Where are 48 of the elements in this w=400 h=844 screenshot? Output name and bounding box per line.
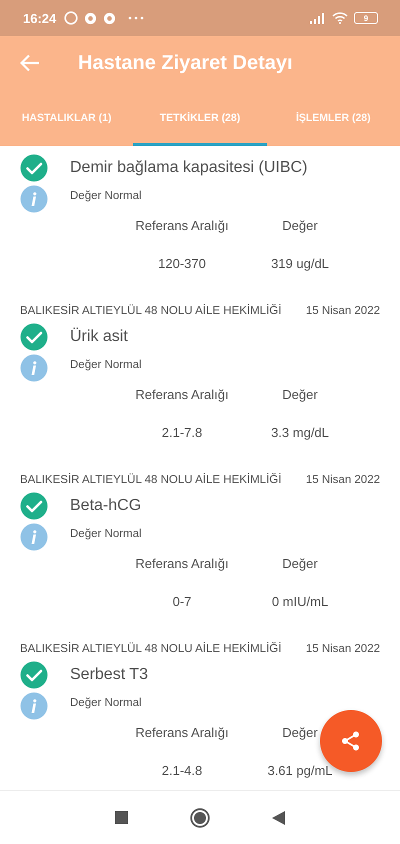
column-label: Referans Aralığı	[134, 218, 230, 232]
reference-range: 0-7	[172, 594, 192, 608]
test-date: 15 Nisan 2022	[306, 305, 380, 317]
result-value: 3.61 pg/mL	[266, 762, 334, 778]
column-label: Referans Aralığı	[134, 386, 230, 402]
result-status: Değer Normal	[70, 697, 142, 709]
result-value: 319 ug/dL	[270, 256, 330, 270]
info-icon[interactable]	[20, 692, 48, 720]
reference-range: 120-370	[157, 256, 207, 270]
facility-name: BALIKESİR ALTIEYLÜL 48 NOLU AİLE HEKİMLİĞİ	[20, 643, 282, 655]
tab[interactable]: TETKİKLER (28)	[133, 90, 267, 146]
column-label: Değer	[281, 386, 319, 402]
result-value: 3.3 mg/dL	[270, 424, 330, 440]
reference-range: 2.1-4.8	[160, 762, 204, 778]
column-label: Değer	[281, 724, 319, 740]
test-name: Demir bağlama kapasitesi (UIBC)	[70, 159, 308, 177]
column-label: Referans Aralığı	[134, 556, 230, 570]
signal-icon	[310, 12, 326, 24]
test-name: Serbest T3	[70, 666, 148, 684]
test-name: Beta-hCG	[70, 497, 142, 515]
more-icon	[128, 16, 144, 20]
result-status: Değer Normal	[70, 359, 142, 371]
column-label: Referans Aralığı	[134, 724, 230, 740]
tab[interactable]: İŞLEMLER (28)	[266, 90, 400, 146]
home-nav-icon[interactable]	[190, 808, 210, 828]
column-label: Değer	[281, 218, 319, 232]
wifi-icon	[332, 12, 348, 24]
status-time: 16:24	[23, 10, 56, 26]
back-nav-icon[interactable]	[272, 810, 285, 824]
column-label: Değer	[281, 556, 319, 570]
facility-name: BALIKESİR ALTIEYLÜL 48 NOLU AİLE HEKİMLİĞİ	[20, 474, 282, 486]
share-icon	[340, 730, 362, 752]
result-value: 0 mIU/mL	[270, 594, 330, 608]
back-arrow-icon[interactable]	[20, 54, 40, 72]
reference-range: 2.1-7.8	[160, 424, 204, 440]
result-status: Değer Normal	[70, 528, 142, 540]
test-date: 15 Nisan 2022	[306, 474, 380, 486]
info-icon[interactable]	[20, 523, 48, 551]
test-date: 15 Nisan 2022	[306, 643, 380, 655]
tab[interactable]: HASTALIKLAR (1)	[0, 90, 134, 146]
battery-indicator: 9	[354, 12, 378, 24]
info-icon[interactable]	[20, 185, 48, 213]
info-icon[interactable]	[20, 354, 48, 382]
result-status: Değer Normal	[70, 190, 142, 202]
facility-name: BALIKESİR ALTIEYLÜL 48 NOLU AİLE HEKİMLİĞİ	[20, 305, 282, 317]
square-nav-icon[interactable]	[115, 811, 128, 824]
test-name: Ürik asit	[70, 328, 128, 346]
screen-title: Hastane Ziyaret Detayı	[78, 52, 293, 74]
